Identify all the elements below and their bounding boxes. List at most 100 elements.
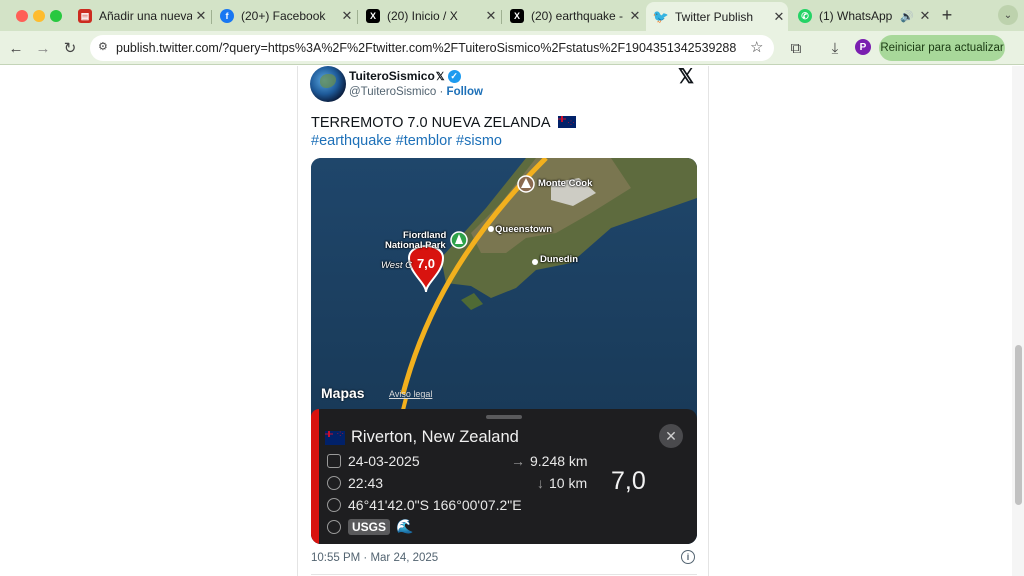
close-icon[interactable]: ✕: [659, 424, 683, 448]
page-content: TuiteroSismico 𝕏 ✓ @TuiteroSismico · Fol…: [0, 66, 1024, 576]
x-icon: X: [366, 9, 380, 23]
user-avatar[interactable]: [310, 66, 346, 102]
quake-distance-text: 9.248 km: [530, 453, 588, 469]
close-tab-icon[interactable]: ✕: [338, 8, 356, 24]
tab-inicio-x[interactable]: X (20) Inicio / X ✕: [358, 4, 500, 28]
hashtags: #earthquake #temblor #sismo: [311, 132, 506, 150]
close-tab-icon[interactable]: ✕: [626, 8, 644, 24]
close-tab-icon[interactable]: ✕: [770, 9, 788, 25]
display-name-text: TuiteroSismico: [349, 69, 435, 83]
close-tab-icon[interactable]: ✕: [916, 8, 934, 24]
tab-strip: ▤ Añadir una nueva ent ✕ f (20+) Faceboo…: [0, 0, 1024, 31]
address-bar[interactable]: ⚙ publish.twitter.com/?query=https%3A%2F…: [90, 35, 774, 61]
map-label-national-park: National Park: [385, 240, 446, 251]
tab-anadir-entrada[interactable]: ▤ Añadir una nueva ent ✕: [70, 4, 210, 28]
reload-button[interactable]: ↻: [60, 38, 80, 58]
download-icon[interactable]: ⤓: [825, 38, 845, 58]
quake-depth: ↓ 10 km: [537, 475, 587, 491]
profile-avatar[interactable]: P: [855, 39, 871, 55]
panel-grip-handle[interactable]: [486, 415, 522, 419]
quake-coords: 46°41'42.0"S 166°00'07.2"E: [327, 497, 522, 513]
quake-time-text: 22:43: [348, 475, 384, 491]
url-text: publish.twitter.com/?query=https%3A%2F%2…: [116, 41, 736, 55]
tab-facebook[interactable]: f (20+) Facebook ✕: [212, 4, 356, 28]
clock-icon: [327, 476, 341, 490]
extensions-icon[interactable]: ⧉: [786, 38, 806, 58]
hashtag-earthquake[interactable]: #earthquake: [311, 133, 392, 149]
close-tab-icon[interactable]: ✕: [482, 8, 500, 24]
tab-label: (20) earthquake - Bu: [531, 9, 626, 23]
close-tab-icon[interactable]: ✕: [192, 8, 210, 24]
maps-brand-text: Mapas: [321, 385, 365, 401]
hashtag-temblor[interactable]: #temblor: [396, 133, 452, 149]
tweet-timestamp[interactable]: 10:55 PM · Mar 24, 2025: [311, 552, 438, 564]
x-logo-icon[interactable]: 𝕏: [678, 66, 694, 89]
tab-label: (1) WhatsApp: [819, 9, 893, 23]
new-tab-button[interactable]: +: [937, 5, 957, 25]
speaker-icon[interactable]: 🔊: [898, 10, 916, 23]
separator-dot: ·: [439, 86, 444, 98]
x-badge-icon: 𝕏: [435, 70, 445, 83]
handle-line: @TuiteroSismico · Follow: [349, 86, 483, 98]
embedded-tweet: TuiteroSismico 𝕏 ✓ @TuiteroSismico · Fol…: [297, 66, 709, 576]
site-settings-icon[interactable]: ⚙: [98, 40, 108, 53]
tsunami-wave-icon: 🌊: [396, 518, 414, 534]
map-label-monte-cook: Monte Cook: [538, 178, 593, 189]
usgs-badge: USGS: [348, 518, 391, 535]
tab-label: (20) Inicio / X: [387, 9, 458, 23]
nz-flag-icon: [325, 429, 345, 445]
tab-twitter-publish[interactable]: 🐦 Twitter Publish ✕: [646, 2, 788, 31]
verified-badge-icon: ✓: [447, 69, 461, 83]
quake-place-text: Riverton, New Zealand: [351, 428, 519, 446]
quake-info-panel: Riverton, New Zealand ✕ 24-03-2025 22:43…: [311, 409, 697, 544]
calendar-icon: [327, 454, 341, 468]
scrollbar-thumb[interactable]: [1015, 345, 1022, 505]
quake-place: Riverton, New Zealand: [325, 428, 519, 447]
x-icon: X: [510, 9, 524, 23]
tab-label: Añadir una nueva ent: [99, 9, 192, 23]
tweet-text: TERREMOTO 7.0 NUEVA ZELANDA: [311, 114, 576, 132]
quake-time: 22:43: [327, 475, 383, 491]
map-label-west-coast: West C: [381, 260, 412, 271]
minimize-window-button[interactable]: [33, 10, 45, 22]
twitter-bird-icon: 🐦: [652, 8, 670, 24]
map-screenshot[interactable]: Monte Cook Fiordland National Park Queen…: [311, 158, 697, 544]
info-icon[interactable]: i: [681, 550, 695, 564]
maximize-window-button[interactable]: [50, 10, 62, 22]
red-list-icon: ▤: [78, 9, 92, 23]
forward-button[interactable]: →: [33, 38, 53, 58]
bookmark-star-icon[interactable]: ☆: [750, 38, 763, 56]
tab-earthquake-search[interactable]: X (20) earthquake - Bu ✕: [502, 4, 644, 28]
quake-date: 24-03-2025: [327, 453, 420, 469]
tab-search-button[interactable]: ⌄: [998, 5, 1018, 25]
quake-distance: → 9.248 km: [511, 453, 588, 469]
tab-label: (20+) Facebook: [241, 9, 326, 23]
info-icon: [327, 519, 341, 534]
legal-notice-link[interactable]: Aviso legal: [389, 389, 432, 399]
map-label-dunedin: Dunedin: [540, 254, 578, 265]
hashtag-sismo[interactable]: #sismo: [456, 133, 502, 149]
follow-link[interactable]: Follow: [447, 86, 483, 98]
arrow-right-icon: →: [511, 453, 525, 469]
quake-magnitude: 7,0: [611, 467, 646, 495]
divider: [311, 574, 697, 575]
facebook-icon: f: [220, 9, 234, 23]
close-window-button[interactable]: [16, 10, 28, 22]
user-handle[interactable]: @TuiteroSismico: [349, 86, 436, 98]
whatsapp-icon: ✆: [798, 9, 812, 23]
update-restart-button[interactable]: Reiniciar para actualizar: [879, 35, 1005, 61]
quake-date-text: 24-03-2025: [348, 453, 420, 469]
quake-source: USGS 🌊: [327, 518, 413, 535]
severity-bar: [311, 409, 319, 544]
tab-label: Twitter Publish: [675, 9, 754, 24]
quake-depth-text: 10 km: [549, 475, 588, 491]
quake-coords-text: 46°41'42.0"S 166°00'07.2"E: [348, 497, 522, 513]
tab-whatsapp[interactable]: ✆ (1) WhatsApp 🔊 ✕: [790, 4, 934, 28]
maps-logo: Mapas: [321, 385, 365, 401]
tweet-text-content: TERREMOTO 7.0 NUEVA ZELANDA: [311, 115, 550, 131]
map-pin-magnitude: 7,0: [416, 256, 436, 271]
display-name[interactable]: TuiteroSismico 𝕏 ✓: [349, 69, 461, 83]
back-button[interactable]: ←: [6, 38, 26, 58]
map-label-queenstown: Queenstown: [495, 224, 553, 235]
nz-flag-icon: [557, 114, 576, 132]
